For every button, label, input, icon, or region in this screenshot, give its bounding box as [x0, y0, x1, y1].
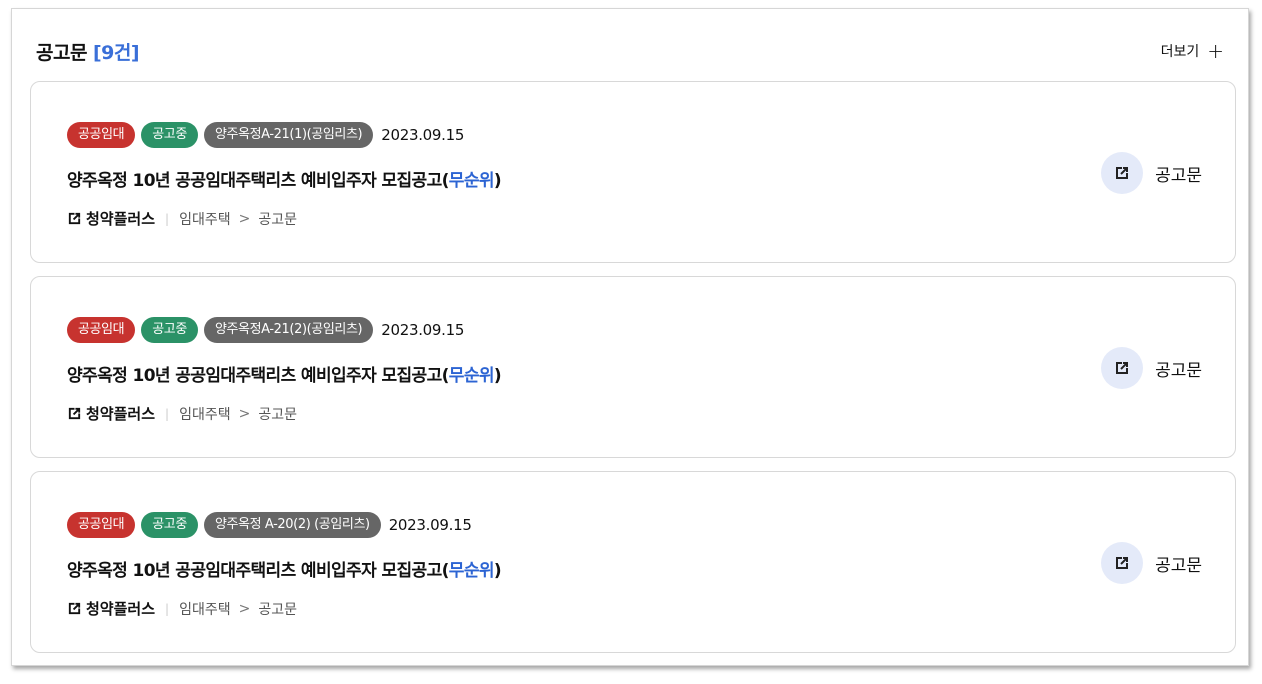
document-link-icon — [1101, 542, 1144, 584]
document-link-icon — [1101, 347, 1144, 389]
complex-badge: 양주옥정A-21(2)(공임리츠) — [203, 317, 374, 343]
card-meta: 공공임대 공고중 양주옥정A-21(2)(공임리츠) 2023.09.15 — [67, 317, 464, 343]
notice-list: 공공임대 공고중 양주옥정A-21(1)(공임리츠) 2023.09.15 양주… — [30, 81, 1236, 666]
type-badge: 공공임대 — [67, 122, 136, 148]
status-badge: 공고중 — [141, 512, 198, 538]
site-link[interactable]: 청약플러스 — [67, 598, 155, 619]
site-link[interactable]: 청약플러스 — [67, 403, 155, 424]
breadcrumb: 청약플러스 | 임대주택 > 공고문 — [67, 403, 297, 424]
type-badge: 공공임대 — [67, 512, 136, 538]
external-link-icon — [68, 212, 81, 225]
notice-document-button[interactable]: 공고문 — [1101, 152, 1202, 194]
notice-date: 2023.09.15 — [381, 321, 465, 339]
notice-panel: 공고문 [9건] 더보기 + 공공임대 공고중 양주옥정A-21(1)(공임리츠)… — [11, 8, 1249, 666]
title-text: 양주옥정 10년 공공임대주택리츠 예비입주자 모집공고( — [67, 171, 449, 191]
notice-title[interactable]: 양주옥정 10년 공공임대주택리츠 예비입주자 모집공고(무순위) — [67, 361, 502, 386]
site-label: 청약플러스 — [86, 210, 156, 228]
crumb-category: 임대주택 — [179, 406, 231, 423]
panel-header: 공고문 [9건] 더보기 + — [36, 37, 1224, 65]
card-meta: 공공임대 공고중 양주옥정A-21(1)(공임리츠) 2023.09.15 — [67, 122, 464, 148]
chevron-right-icon: > — [238, 600, 251, 617]
external-link-icon — [68, 407, 81, 420]
title-highlight: 무순위 — [448, 171, 495, 191]
chevron-right-icon: > — [238, 210, 251, 227]
result-count: [9건] — [92, 41, 140, 64]
status-badge: 공고중 — [141, 122, 198, 148]
separator: | — [165, 601, 170, 616]
page-title: 공고문 [9건] — [36, 38, 140, 65]
notice-card[interactable]: 공공임대 공고중 양주옥정A-21(1)(공임리츠) 2023.09.15 양주… — [30, 81, 1236, 263]
notice-title[interactable]: 양주옥정 10년 공공임대주택리츠 예비입주자 모집공고(무순위) — [67, 166, 502, 191]
complex-badge: 양주옥정A-21(1)(공임리츠) — [203, 122, 374, 148]
document-label: 공고문 — [1155, 165, 1202, 186]
status-badge: 공고중 — [141, 317, 198, 343]
plus-icon: + — [1207, 39, 1224, 63]
title-text: 양주옥정 10년 공공임대주택리츠 예비입주자 모집공고( — [67, 366, 449, 386]
site-label: 청약플러스 — [86, 600, 156, 618]
crumb-category: 임대주택 — [179, 211, 231, 228]
title-end: ) — [493, 561, 502, 581]
separator: | — [165, 211, 170, 226]
notice-document-button[interactable]: 공고문 — [1101, 347, 1202, 389]
document-label: 공고문 — [1155, 360, 1202, 381]
chevron-right-icon: > — [238, 405, 251, 422]
title-end: ) — [493, 171, 502, 191]
notice-card[interactable]: 공공임대 공고중 양주옥정 A-20(2) (공임리츠) 2023.09.15 … — [30, 471, 1236, 653]
more-button[interactable]: 더보기 + — [1161, 41, 1224, 61]
external-link-icon — [68, 602, 81, 615]
card-meta: 공공임대 공고중 양주옥정 A-20(2) (공임리츠) 2023.09.15 — [67, 512, 472, 538]
breadcrumb: 청약플러스 | 임대주택 > 공고문 — [67, 208, 297, 229]
more-label: 더보기 — [1160, 44, 1200, 60]
crumb-category: 임대주택 — [179, 601, 231, 618]
site-label: 청약플러스 — [86, 405, 156, 423]
separator: | — [165, 406, 170, 421]
notice-date: 2023.09.15 — [381, 126, 465, 144]
notice-title[interactable]: 양주옥정 10년 공공임대주택리츠 예비입주자 모집공고(무순위) — [67, 556, 502, 581]
crumb-page: 공고문 — [258, 601, 297, 618]
crumb-page: 공고문 — [258, 211, 297, 228]
type-badge: 공공임대 — [67, 317, 136, 343]
site-link[interactable]: 청약플러스 — [67, 208, 155, 229]
document-link-icon — [1101, 152, 1144, 194]
crumb-page: 공고문 — [258, 406, 297, 423]
title-label: 공고문 — [36, 41, 87, 64]
notice-document-button[interactable]: 공고문 — [1101, 542, 1202, 584]
title-text: 양주옥정 10년 공공임대주택리츠 예비입주자 모집공고( — [67, 561, 449, 581]
title-end: ) — [493, 366, 502, 386]
title-highlight: 무순위 — [448, 366, 495, 386]
complex-badge: 양주옥정 A-20(2) (공임리츠) — [203, 512, 381, 538]
breadcrumb: 청약플러스 | 임대주택 > 공고문 — [67, 598, 297, 619]
document-label: 공고문 — [1155, 555, 1202, 576]
notice-card[interactable]: 공공임대 공고중 양주옥정A-21(2)(공임리츠) 2023.09.15 양주… — [30, 276, 1236, 458]
title-highlight: 무순위 — [448, 561, 495, 581]
notice-date: 2023.09.15 — [388, 516, 472, 534]
